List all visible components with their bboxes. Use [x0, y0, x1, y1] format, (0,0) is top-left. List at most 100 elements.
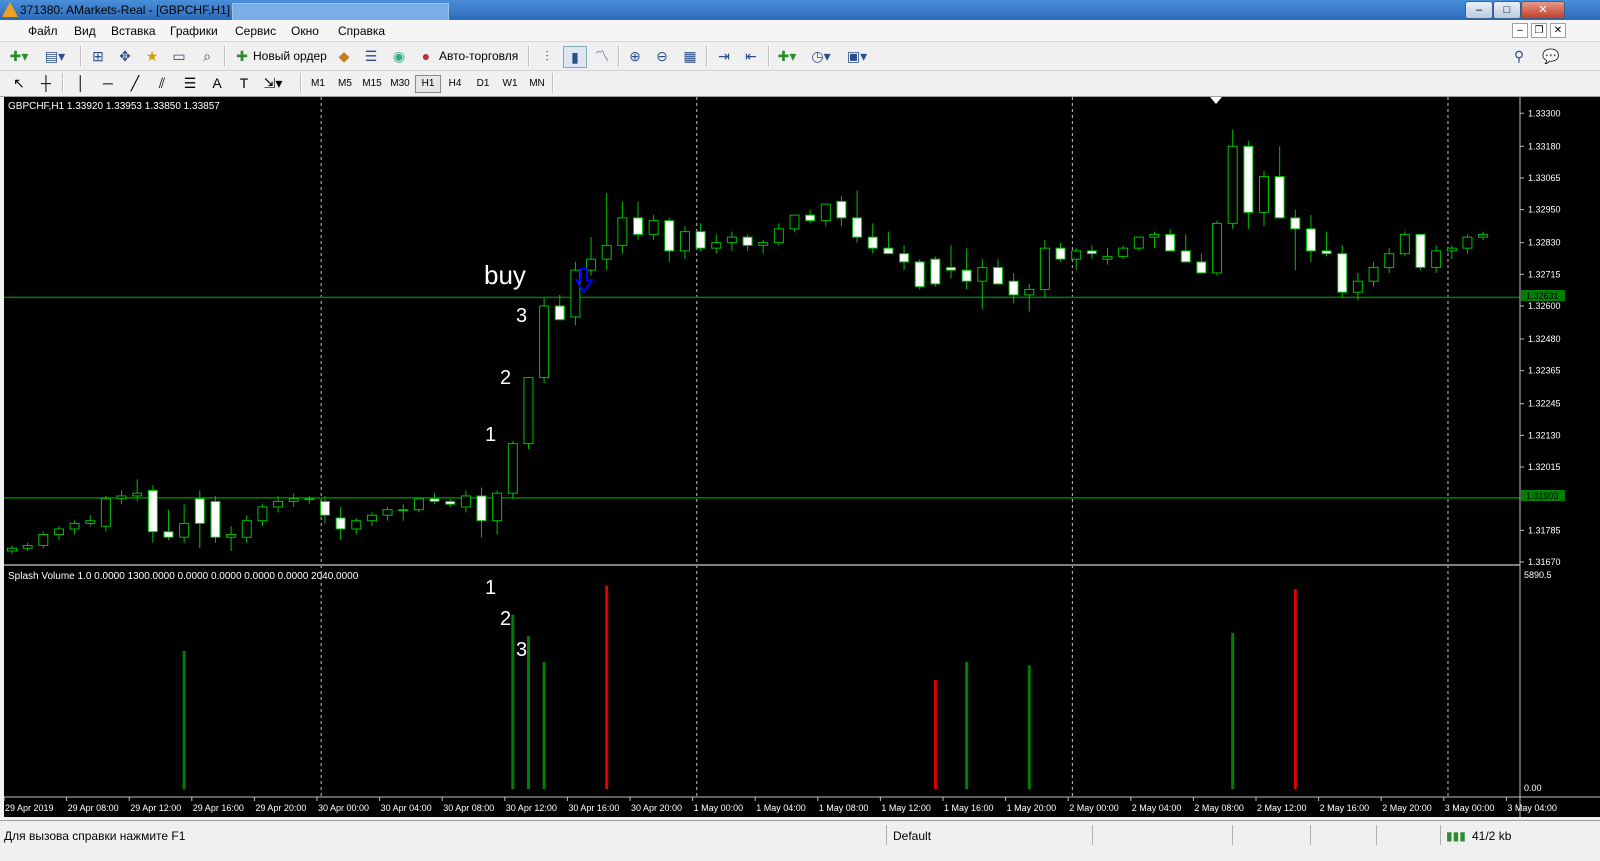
menu-insert[interactable]: Вставка: [111, 24, 156, 38]
candle[interactable]: [867, 236, 878, 249]
mdi-minimize-icon[interactable]: –: [1512, 23, 1528, 38]
mdi-close-icon[interactable]: ✕: [1550, 23, 1566, 38]
timeframe-m30[interactable]: M30: [388, 75, 412, 92]
candle[interactable]: [1039, 247, 1050, 290]
candle[interactable]: [460, 495, 471, 508]
timeframe-d1[interactable]: D1: [471, 75, 495, 92]
navigator-icon[interactable]: ✥: [114, 46, 136, 66]
profile-name[interactable]: Default: [893, 829, 931, 843]
candle[interactable]: [304, 498, 315, 501]
candle[interactable]: [351, 520, 362, 530]
chart-shift-icon[interactable]: ⇤: [740, 46, 762, 66]
candle[interactable]: [1024, 288, 1035, 296]
candle[interactable]: [617, 217, 628, 246]
candle[interactable]: [773, 228, 784, 244]
candle[interactable]: [758, 242, 769, 246]
candle[interactable]: [38, 533, 49, 546]
menu-tools[interactable]: Сервис: [235, 24, 276, 38]
arrow-icon[interactable]: ⇲▾: [262, 73, 284, 93]
shift-marker-icon[interactable]: [1210, 97, 1222, 104]
candle[interactable]: [539, 305, 550, 379]
timeframe-w1[interactable]: W1: [498, 75, 522, 92]
candle[interactable]: [7, 547, 17, 552]
candle[interactable]: [1196, 261, 1207, 274]
minimize-button[interactable]: –: [1465, 1, 1493, 19]
candle[interactable]: [335, 517, 346, 530]
candle[interactable]: [398, 509, 409, 512]
candle[interactable]: [210, 500, 221, 538]
zoom-out-icon[interactable]: ⊖: [651, 46, 673, 66]
candle[interactable]: [554, 305, 565, 321]
menu-view[interactable]: Вид: [74, 24, 96, 38]
templates-icon[interactable]: ▣▾: [846, 46, 868, 66]
candle[interactable]: [679, 231, 690, 252]
timeframe-mn[interactable]: MN: [525, 75, 549, 92]
candle[interactable]: [1462, 236, 1473, 249]
candle[interactable]: [273, 500, 284, 508]
fibonacci-icon[interactable]: ☰: [179, 73, 201, 93]
candle[interactable]: [1259, 176, 1269, 213]
candle[interactable]: [1305, 228, 1316, 252]
search-icon[interactable]: ⚲: [1508, 46, 1530, 66]
menu-window[interactable]: Окно: [291, 24, 319, 38]
candle[interactable]: [476, 495, 487, 522]
candle[interactable]: [1399, 233, 1410, 255]
candle[interactable]: [53, 528, 64, 535]
candle[interactable]: [695, 231, 706, 249]
maximize-button[interactable]: □: [1493, 1, 1521, 19]
indicators-icon[interactable]: ✚▾: [776, 46, 798, 66]
candle[interactable]: [100, 498, 111, 527]
trendline-icon[interactable]: ╱: [124, 73, 146, 93]
candle[interactable]: [711, 242, 722, 249]
candle[interactable]: [116, 495, 127, 500]
candle[interactable]: [288, 498, 299, 502]
chart-window[interactable]: GBPCHF,H1 1.33920 1.33953 1.33850 1.3385…: [4, 97, 1600, 817]
autotrading-icon[interactable]: ●: [415, 46, 437, 66]
text-icon[interactable]: A: [206, 73, 228, 93]
candle[interactable]: [648, 220, 659, 235]
autotrading-button[interactable]: Авто-торговля: [439, 49, 518, 63]
chat-icon[interactable]: 💬: [1540, 46, 1562, 66]
candle[interactable]: [507, 443, 518, 494]
candle[interactable]: [194, 498, 205, 524]
candle[interactable]: [320, 500, 330, 516]
timeframe-m5[interactable]: M5: [333, 75, 357, 92]
tile-icon[interactable]: ▦: [679, 46, 701, 66]
candle[interactable]: [1102, 255, 1113, 260]
candle[interactable]: [1133, 236, 1144, 249]
candle[interactable]: [85, 520, 96, 524]
candle[interactable]: [523, 377, 534, 445]
terminal-alt-icon[interactable]: ☰: [360, 46, 382, 66]
candle[interactable]: [601, 244, 612, 260]
cursor-icon[interactable]: ↖: [8, 73, 30, 93]
candle[interactable]: [805, 214, 816, 222]
bar-chart-icon[interactable]: ⫶: [536, 46, 558, 66]
candle[interactable]: [726, 236, 737, 244]
mdi-restore-icon[interactable]: ❐: [1531, 23, 1547, 38]
menu-help[interactable]: Справка: [338, 24, 385, 38]
chart-canvas[interactable]: GBPCHF,H1 1.33920 1.33953 1.33850 1.3385…: [4, 97, 1600, 817]
profiles-icon[interactable]: ▤▾: [44, 46, 66, 66]
candle[interactable]: [977, 266, 988, 282]
candle[interactable]: [429, 498, 440, 502]
candle[interactable]: [1431, 250, 1442, 268]
background-tab[interactable]: [232, 3, 449, 21]
candle[interactable]: [914, 261, 925, 288]
candle[interactable]: [836, 200, 847, 219]
horizontal-line-icon[interactable]: ─: [97, 73, 119, 93]
candle[interactable]: [1446, 247, 1457, 252]
timeframe-h4[interactable]: H4: [443, 75, 467, 92]
line-chart-icon[interactable]: 〽: [591, 46, 613, 66]
candle[interactable]: [1337, 253, 1348, 293]
market-watch-icon[interactable]: ⊞: [87, 46, 109, 66]
candle[interactable]: [163, 531, 174, 538]
channel-icon[interactable]: ⫽: [151, 73, 173, 93]
candle[interactable]: [1149, 233, 1160, 238]
new-chart-icon[interactable]: ✚▾: [8, 46, 30, 66]
new-order-icon[interactable]: ✚: [231, 46, 253, 66]
candle[interactable]: [445, 500, 456, 505]
crosshair-icon[interactable]: ┼: [35, 73, 57, 93]
candle[interactable]: [1071, 250, 1082, 260]
candle[interactable]: [69, 522, 80, 530]
candle[interactable]: [633, 217, 643, 235]
